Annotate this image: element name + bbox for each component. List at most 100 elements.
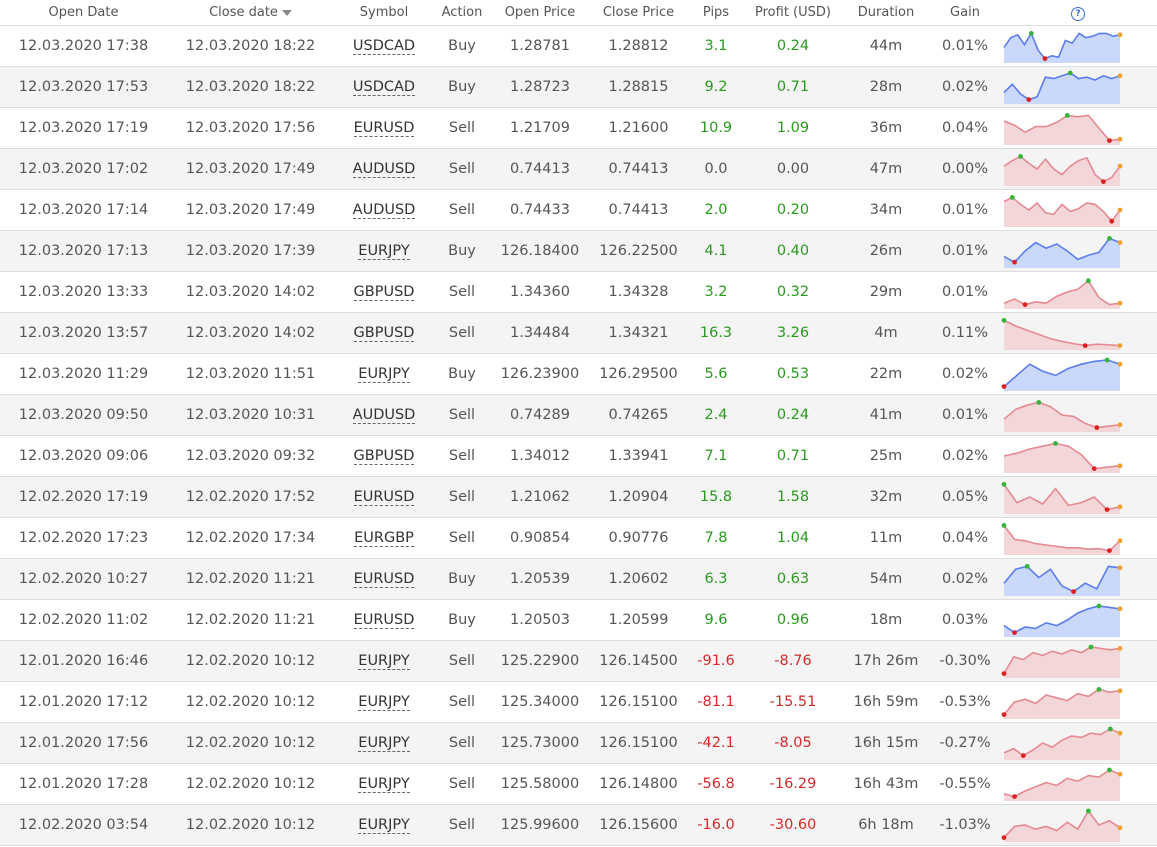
symbol-link[interactable]: GBPUSD [353, 448, 415, 465]
trade-sparkline[interactable] [1001, 603, 1123, 637]
sparkline-cell[interactable] [999, 394, 1157, 436]
sparkline-high-marker [1096, 603, 1102, 609]
profit-cell: 0.32 [745, 271, 841, 313]
trade-sparkline[interactable] [1001, 357, 1123, 391]
symbol-link[interactable]: USDCAD [352, 79, 416, 96]
sparkline-cell[interactable] [999, 271, 1157, 313]
col-header-open-date[interactable]: Open Date [0, 0, 167, 26]
sparkline-cell[interactable] [999, 640, 1157, 682]
col-header-action[interactable]: Action [434, 0, 490, 26]
profit-cell: 0.20 [745, 189, 841, 231]
sparkline-cell[interactable] [999, 722, 1157, 764]
sparkline-low-marker [1026, 97, 1032, 102]
sparkline-high-marker [1024, 564, 1030, 569]
profit-cell: -30.60 [745, 804, 841, 846]
trade-sparkline[interactable] [1001, 480, 1123, 514]
symbol-link[interactable]: AUDUSD [352, 202, 416, 219]
sparkline-cell[interactable] [999, 476, 1157, 518]
trade-sparkline[interactable] [1001, 644, 1123, 678]
trade-sparkline[interactable] [1001, 562, 1123, 596]
col-header-close-date[interactable]: Close date [167, 0, 334, 26]
symbol-link[interactable]: AUDUSD [352, 407, 416, 424]
sparkline-cell[interactable] [999, 148, 1157, 190]
trade-sparkline[interactable] [1001, 767, 1123, 801]
symbol-link[interactable]: EURJPY [358, 776, 410, 793]
duration-cell: 29m [841, 271, 931, 313]
symbol-cell: GBPUSD [334, 271, 434, 313]
trade-sparkline[interactable] [1001, 275, 1123, 309]
sparkline-cell[interactable] [999, 558, 1157, 600]
symbol-link[interactable]: EURGBP [354, 530, 414, 547]
symbol-link[interactable]: GBPUSD [353, 284, 415, 301]
col-header-open-price[interactable]: Open Price [490, 0, 590, 26]
gain-cell: 0.02% [931, 353, 999, 395]
duration-cell: 6h 18m [841, 804, 931, 846]
symbol-link[interactable]: EURUSD [353, 489, 415, 506]
help-icon[interactable]: ? [1071, 6, 1085, 21]
sparkline-cell[interactable] [999, 435, 1157, 477]
symbol-link[interactable]: EURJPY [358, 366, 410, 383]
open-date-cell: 12.03.2020 17:19 [0, 107, 167, 149]
sparkline-area [1004, 647, 1120, 678]
sparkline-high-marker [1001, 523, 1007, 528]
open-date-cell: 12.01.2020 17:12 [0, 681, 167, 723]
sparkline-cell[interactable] [999, 353, 1157, 395]
symbol-link[interactable]: EURUSD [353, 571, 415, 588]
symbol-link[interactable]: EURUSD [353, 120, 415, 137]
symbol-link[interactable]: EURJPY [358, 243, 410, 260]
trade-sparkline[interactable] [1001, 439, 1123, 473]
symbol-link[interactable]: AUDUSD [352, 161, 416, 178]
symbol-link[interactable]: EURJPY [358, 694, 410, 711]
trade-sparkline[interactable] [1001, 29, 1123, 63]
profit-cell: -8.76 [745, 640, 841, 682]
sparkline-cell[interactable] [999, 517, 1157, 559]
sparkline-cell[interactable] [999, 681, 1157, 723]
sparkline-cell[interactable] [999, 107, 1157, 149]
sparkline-cell[interactable] [999, 804, 1157, 846]
sparkline-cell[interactable] [999, 599, 1157, 641]
trade-sparkline[interactable] [1001, 316, 1123, 350]
sparkline-low-marker [1001, 671, 1007, 676]
trade-sparkline[interactable] [1001, 521, 1123, 555]
symbol-link[interactable]: EURJPY [358, 817, 410, 834]
col-header-gain[interactable]: Gain [931, 0, 999, 26]
duration-cell: 16h 15m [841, 722, 931, 764]
col-header-symbol[interactable]: Symbol [334, 0, 434, 26]
symbol-link[interactable]: EURJPY [358, 735, 410, 752]
symbol-link[interactable]: USDCAD [352, 38, 416, 55]
trade-sparkline[interactable] [1001, 111, 1123, 145]
sparkline-cell[interactable] [999, 25, 1157, 67]
sparkline-end-marker [1117, 136, 1123, 142]
sort-desc-icon [281, 9, 292, 16]
col-header-duration[interactable]: Duration [841, 0, 931, 26]
trade-sparkline[interactable] [1001, 70, 1123, 104]
pips-cell: 2.4 [687, 394, 745, 436]
sparkline-cell[interactable] [999, 312, 1157, 354]
trade-sparkline[interactable] [1001, 398, 1123, 432]
trade-sparkline[interactable] [1001, 193, 1123, 227]
sparkline-end-marker [1117, 32, 1123, 38]
trade-sparkline[interactable] [1001, 152, 1123, 186]
trade-sparkline[interactable] [1001, 726, 1123, 760]
sparkline-high-marker [1064, 113, 1070, 118]
sparkline-low-marker [1001, 712, 1007, 717]
col-header-profit[interactable]: Profit (USD) [745, 0, 841, 26]
close-date-cell: 12.02.2020 11:21 [167, 558, 334, 600]
symbol-link[interactable]: EURJPY [358, 653, 410, 670]
symbol-link[interactable]: EURUSD [353, 612, 415, 629]
trade-sparkline[interactable] [1001, 685, 1123, 719]
sparkline-low-marker [1107, 138, 1112, 143]
symbol-cell: EURJPY [334, 804, 434, 846]
symbol-link[interactable]: GBPUSD [353, 325, 415, 342]
sparkline-cell[interactable] [999, 189, 1157, 231]
col-header-pips[interactable]: Pips [687, 0, 745, 26]
sparkline-cell[interactable] [999, 230, 1157, 272]
sparkline-cell[interactable] [999, 763, 1157, 805]
profit-cell: 0.24 [745, 394, 841, 436]
pips-cell: 3.2 [687, 271, 745, 313]
trade-sparkline[interactable] [1001, 808, 1123, 842]
open-price-cell: 125.22900 [490, 640, 590, 682]
sparkline-cell[interactable] [999, 66, 1157, 108]
trade-sparkline[interactable] [1001, 234, 1123, 268]
col-header-close-price[interactable]: Close Price [590, 0, 687, 26]
